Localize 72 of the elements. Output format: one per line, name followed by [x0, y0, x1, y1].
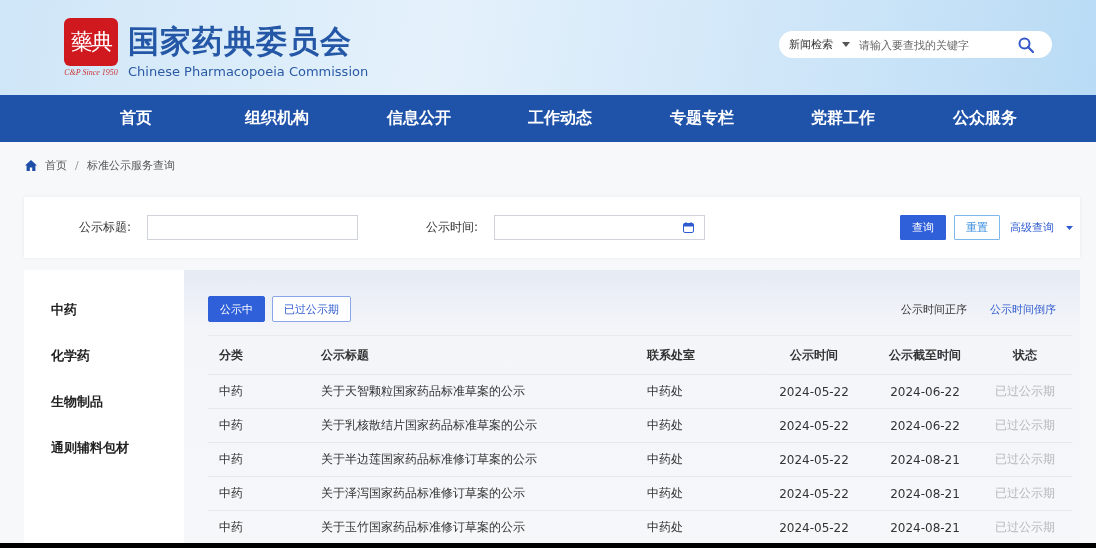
advanced-search-link[interactable]: 高级查询 [1010, 220, 1054, 235]
table-link[interactable]: 关于天智颗粒国家药品标准草案的公示 [310, 383, 636, 400]
table-cell-text: 2024-05-22 [778, 452, 850, 467]
search-field[interactable]: 请输入要查找的关键字 [859, 38, 1009, 51]
column-header: 公示截至时间 [888, 346, 962, 364]
table-cell-text: 2024-05-22 [778, 520, 850, 535]
seal-caption: C&P Since 1950 [64, 68, 118, 77]
sidebar-item[interactable]: 中药 [51, 300, 77, 320]
text-field[interactable] [147, 215, 359, 240]
tab[interactable]: 公示中 [208, 296, 265, 322]
breadcrumb-link[interactable]: 标准公示服务查询 [86, 158, 175, 173]
nav-item[interactable]: 党群工作 [772, 95, 914, 142]
breadcrumb-separator: / [75, 159, 79, 172]
status-cell-text: 已过公示期 [994, 451, 1056, 468]
table-cell-text: 中药处 [646, 417, 684, 434]
search-scope-dropdown[interactable]: 新闻检索 [789, 37, 833, 52]
sidebar-item[interactable]: 生物制品 [51, 392, 103, 412]
caret-icon [1066, 225, 1073, 230]
seal-logo: 藥典 [64, 18, 118, 66]
nav-item[interactable]: 首页 [65, 95, 207, 142]
sort-link[interactable]: 公示时间倒序 [990, 301, 1056, 317]
table-cell-text: 中药 [218, 417, 244, 434]
tab[interactable]: 已过公示期 [272, 296, 351, 322]
table-cell-text: 2024-08-21 [889, 486, 961, 501]
column-header: 联系处室 [645, 346, 696, 364]
table-link[interactable]: 关于半边莲国家药品标准修订草案的公示 [310, 451, 636, 468]
table-link[interactable]: 关于乳核散结片国家药品标准草案的公示 [310, 417, 636, 434]
field-label: 公示时间: [426, 219, 479, 236]
table-cell-text: 中药 [218, 451, 244, 468]
breadcrumb-link[interactable]: 首页 [45, 158, 67, 173]
sidebar-item[interactable]: 化学药 [51, 346, 90, 366]
table-cell-text: 中药 [218, 519, 244, 536]
table-cell-text: 中药 [218, 485, 244, 502]
table-cell-text: 中药处 [646, 451, 684, 468]
reset-button[interactable]: 重置 [954, 215, 1000, 240]
status-cell-text: 已过公示期 [994, 485, 1056, 502]
calendar-icon [683, 222, 695, 233]
sidebar-item[interactable]: 通则辅料包材 [51, 438, 129, 458]
column-header: 公示标题 [320, 346, 370, 364]
column-header: 分类 [218, 346, 244, 364]
site-subtitle: Chinese Pharmacopoeia Commission [128, 63, 369, 79]
table-link[interactable]: 关于泽泻国家药品标准修订草案的公示 [310, 485, 636, 502]
table-cell-text: 2024-08-21 [889, 452, 961, 467]
date-field[interactable] [494, 215, 706, 240]
table-cell-text: 2024-05-22 [778, 486, 850, 501]
nav-item[interactable]: 工作动态 [489, 95, 631, 142]
table-link[interactable]: 关于玉竹国家药品标准修订草案的公示 [310, 519, 636, 536]
status-cell-text: 已过公示期 [994, 383, 1056, 400]
nav-item[interactable]: 信息公开 [348, 95, 490, 142]
nav-item[interactable]: 专题专栏 [631, 95, 773, 142]
sort-link[interactable]: 公示时间正序 [901, 301, 967, 317]
nav-item[interactable]: 公众服务 [914, 95, 1056, 142]
column-header: 状态 [1011, 346, 1038, 364]
table-cell-text: 中药处 [646, 519, 684, 536]
table-cell-text: 中药处 [646, 485, 684, 502]
column-header: 公示时间 [789, 346, 839, 364]
table-cell-text: 2024-06-22 [889, 418, 961, 433]
table-cell-text: 2024-05-22 [778, 384, 850, 399]
home-icon [25, 160, 37, 171]
search-button[interactable]: 查询 [900, 215, 946, 240]
status-cell-text: 已过公示期 [994, 417, 1056, 434]
search-icon[interactable] [1018, 36, 1034, 53]
table-cell-text: 中药 [218, 383, 244, 400]
table-cell-text: 2024-05-22 [778, 418, 850, 433]
caret-icon [842, 42, 850, 47]
nav-item[interactable]: 组织机构 [206, 95, 348, 142]
table-cell-text: 2024-06-22 [889, 384, 961, 399]
table-cell-text: 2024-08-21 [889, 520, 961, 535]
status-cell-text: 已过公示期 [994, 519, 1056, 536]
table-cell-text: 中药处 [646, 383, 684, 400]
field-label: 公示标题: [79, 219, 132, 236]
site-title: 国家药典委员会 [128, 21, 353, 61]
